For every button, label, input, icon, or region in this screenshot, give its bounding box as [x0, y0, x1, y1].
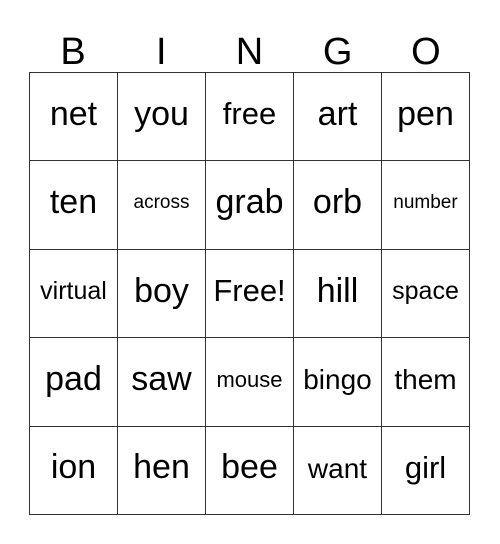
- bingo-cell-i4[interactable]: saw: [118, 338, 206, 427]
- bingo-cell-g5[interactable]: want: [294, 426, 382, 515]
- bingo-cell-label: pad: [45, 360, 102, 399]
- bingo-header-letter-i: I: [156, 31, 167, 73]
- bingo-cell-free-space[interactable]: Free!: [206, 249, 294, 339]
- bingo-cell-label: mouse: [216, 367, 283, 393]
- bingo-card: B I N G O net you free art pen ten acros…: [0, 0, 500, 544]
- bingo-grid: net you free art pen ten across grab orb…: [29, 72, 470, 515]
- bingo-cell-label: number: [393, 192, 458, 214]
- bingo-cell-label: bingo: [303, 364, 372, 396]
- bingo-cell-g1[interactable]: art: [294, 73, 382, 162]
- bingo-cell-n5[interactable]: bee: [206, 426, 294, 515]
- bingo-cell-o2[interactable]: number: [382, 161, 470, 250]
- bingo-cell-label: across: [133, 192, 190, 214]
- bingo-cell-b3[interactable]: virtual: [30, 249, 118, 339]
- bingo-header-letter-g: G: [322, 31, 353, 73]
- bingo-cell-i3[interactable]: boy: [118, 249, 206, 339]
- bingo-cell-g3[interactable]: hill: [294, 249, 382, 339]
- bingo-cell-label: orb: [312, 183, 363, 222]
- bingo-cell-label: hill: [316, 271, 359, 310]
- bingo-cell-o4[interactable]: them: [382, 338, 470, 427]
- bingo-header-letter-o: O: [411, 31, 441, 73]
- bingo-cell-label: boy: [134, 271, 189, 310]
- bingo-cell-label: net: [49, 94, 98, 133]
- bingo-cell-label: want: [307, 452, 368, 484]
- bingo-cell-n1[interactable]: free: [206, 73, 294, 162]
- bingo-cell-label: Free!: [213, 273, 286, 309]
- bingo-cell-g4[interactable]: bingo: [294, 338, 382, 427]
- bingo-cell-o5[interactable]: girl: [382, 426, 470, 515]
- bingo-cell-label: girl: [404, 450, 447, 486]
- bingo-cell-label: grab: [215, 183, 284, 222]
- bingo-cell-i5[interactable]: hen: [118, 426, 206, 515]
- bingo-header-letter-b: B: [60, 31, 86, 73]
- bingo-cell-g2[interactable]: orb: [294, 161, 382, 250]
- bingo-cell-b5[interactable]: ion: [30, 426, 118, 515]
- bingo-header-row: B I N G O: [29, 18, 470, 72]
- bingo-cell-label: them: [394, 364, 457, 396]
- bingo-cell-label: ion: [50, 448, 97, 487]
- bingo-cell-o3[interactable]: space: [382, 249, 470, 339]
- bingo-cell-b1[interactable]: net: [30, 73, 118, 162]
- bingo-cell-label: ten: [49, 183, 98, 222]
- bingo-cell-label: bee: [221, 448, 278, 487]
- bingo-cell-label: saw: [131, 360, 192, 399]
- bingo-header-letter-n: N: [235, 31, 264, 73]
- bingo-cell-o1[interactable]: pen: [382, 73, 470, 162]
- bingo-cell-label: pen: [397, 94, 454, 133]
- bingo-cell-n2[interactable]: grab: [206, 161, 294, 250]
- bingo-cell-label: free: [222, 96, 277, 132]
- bingo-cell-i2[interactable]: across: [118, 161, 206, 250]
- bingo-cell-label: you: [134, 94, 189, 133]
- bingo-cell-b4[interactable]: pad: [30, 338, 118, 427]
- bingo-cell-b2[interactable]: ten: [30, 161, 118, 250]
- bingo-cell-label: virtual: [40, 277, 107, 306]
- bingo-cell-label: hen: [133, 448, 190, 487]
- bingo-cell-label: art: [317, 94, 358, 133]
- bingo-cell-n4[interactable]: mouse: [206, 338, 294, 427]
- bingo-cell-i1[interactable]: you: [118, 73, 206, 162]
- bingo-cell-label: space: [392, 277, 459, 306]
